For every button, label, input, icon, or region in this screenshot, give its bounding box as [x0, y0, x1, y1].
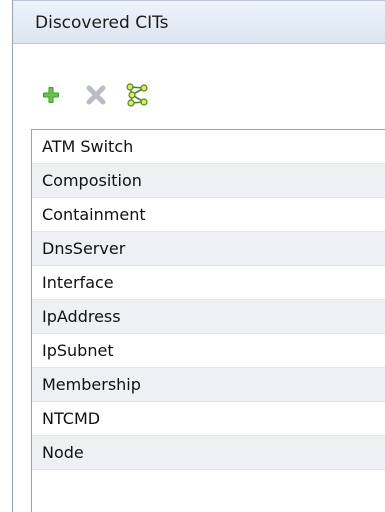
topology-button[interactable] [120, 78, 154, 112]
delete-button[interactable] [79, 78, 113, 112]
list-item[interactable]: NTCMD [32, 402, 385, 436]
delete-x-icon [86, 85, 106, 105]
list-item[interactable]: IpAddress [32, 300, 385, 334]
add-button[interactable] [34, 78, 68, 112]
panel-header: Discovered CITs [13, 0, 385, 44]
list-item[interactable]: Composition [32, 164, 385, 198]
discovered-cits-panel: Discovered CITs ATM Switch Composition C… [12, 0, 385, 512]
list-item[interactable]: DnsServer [32, 232, 385, 266]
panel-title: Discovered CITs [35, 13, 169, 33]
cit-list[interactable]: ATM Switch Composition Containment DnsSe… [31, 129, 385, 512]
toolbar [13, 78, 385, 114]
plus-icon [43, 87, 59, 103]
list-item[interactable]: Node [32, 436, 385, 470]
list-item[interactable]: ATM Switch [32, 130, 385, 164]
topology-icon [126, 83, 148, 107]
list-item[interactable]: IpSubnet [32, 334, 385, 368]
list-item[interactable]: Membership [32, 368, 385, 402]
list-item[interactable]: Containment [32, 198, 385, 232]
list-item[interactable]: Interface [32, 266, 385, 300]
